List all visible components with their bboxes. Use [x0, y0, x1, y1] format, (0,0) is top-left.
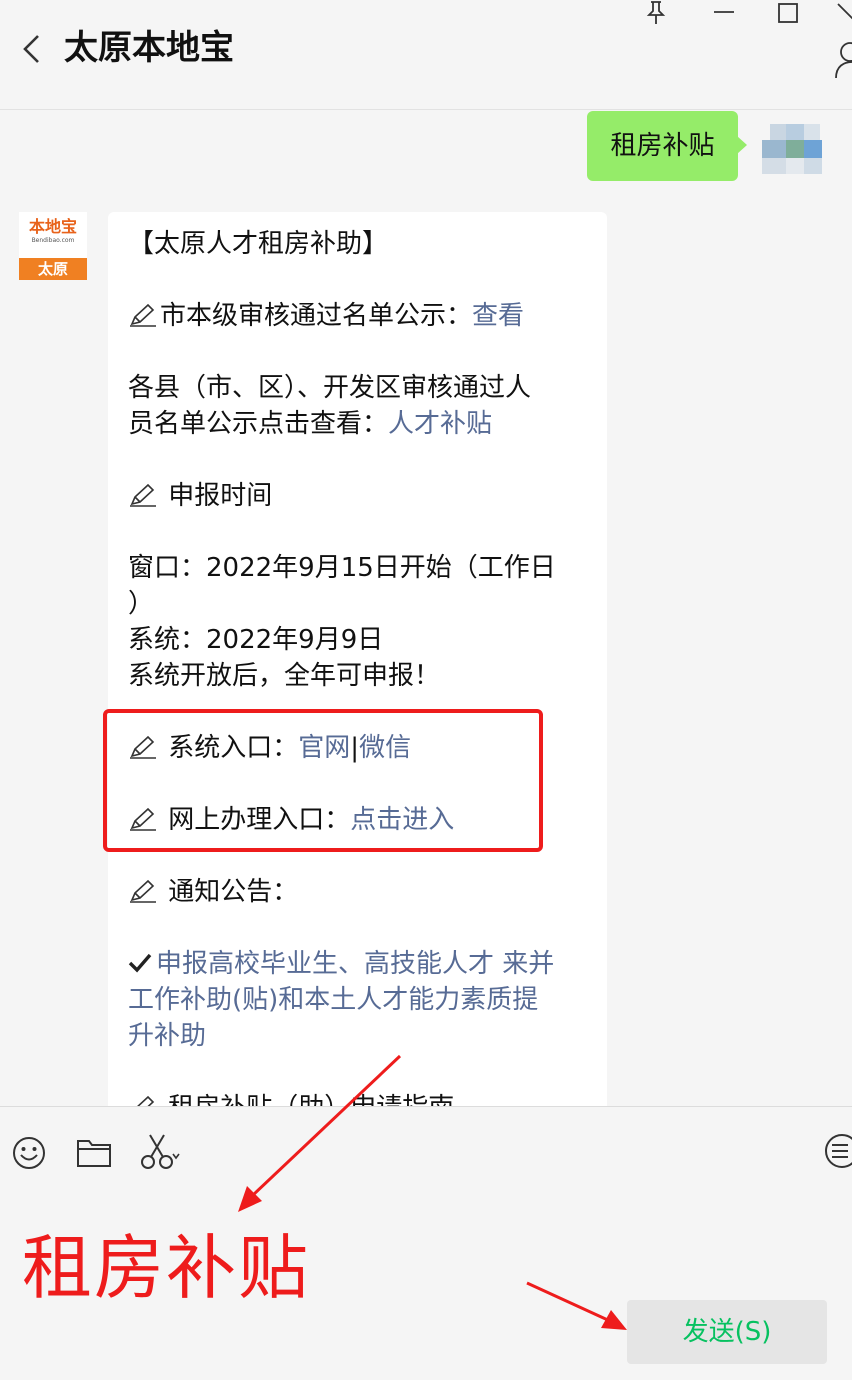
profile-icon[interactable]: [832, 40, 852, 82]
pen-icon: [130, 483, 156, 507]
maximize-icon[interactable]: [777, 2, 799, 24]
sent-message-bubble[interactable]: 租房补贴: [587, 111, 738, 181]
logo-name: 本地宝: [28, 217, 77, 236]
close-icon[interactable]: [836, 2, 852, 24]
county-list-line-1: 各县（市、区）、开发区审核通过人: [128, 373, 532, 403]
system-date-line: 系统：2022年9月9日: [128, 625, 384, 655]
county-list-line-2: 员名单公示点击查看：人才补贴: [128, 406, 598, 442]
logo-site: Bendibao.com: [31, 237, 75, 244]
chat-title: 太原本地宝: [64, 28, 234, 68]
reply-title: 【太原人才租房补助】: [128, 229, 389, 259]
view-link[interactable]: 查看: [472, 301, 524, 331]
back-icon[interactable]: [18, 32, 48, 66]
notice-link[interactable]: 申报高校毕业生、高技能人才 来并: [156, 949, 554, 979]
pen-icon: [137, 1095, 155, 1106]
notice-link-line-2[interactable]: 工作补助(贴)和本土人才能力素质提: [128, 982, 598, 1018]
apply-time-label: 申报时间: [168, 481, 273, 511]
talent-subsidy-link[interactable]: 人才补贴: [388, 409, 492, 439]
county-list-label: 员名单公示点击查看：: [128, 409, 389, 439]
message-input[interactable]: 租房补贴: [22, 1223, 310, 1313]
input-area[interactable]: 租房补贴 发送(S): [0, 1106, 852, 1380]
notice-link-line-1: 申报高校毕业生、高技能人才 来并: [128, 946, 598, 982]
check-icon: [128, 953, 152, 973]
window-date-line: 窗口：2022年9月15日开始（工作日: [128, 553, 556, 583]
logo-top: 本地宝 Bendibao.com: [19, 212, 87, 258]
guide-label: 租房补贴（助）申请指南: [168, 1093, 454, 1106]
minimize-icon[interactable]: [712, 0, 736, 24]
send-button[interactable]: 发送(S): [627, 1300, 827, 1364]
highlight-box: [103, 709, 543, 852]
window-date-line-end: ）: [128, 589, 155, 619]
pin-icon[interactable]: [645, 0, 667, 26]
city-list-label: 市本级审核通过名单公示：: [160, 301, 473, 331]
notice-link-line-3[interactable]: 升补助: [128, 1018, 598, 1054]
reply-message-bubble[interactable]: 【太原人才租房补助】 市本级审核通过名单公示：查看 各县（市、区）、开发区审核通…: [108, 212, 607, 1106]
city-list-line: 市本级审核通过名单公示：查看: [128, 298, 598, 334]
notice-label: 通知公告：: [168, 877, 299, 907]
folder-icon[interactable]: [76, 1135, 112, 1169]
reply-text: 【太原人才租房补助】 市本级审核通过名单公示：查看 各县（市、区）、开发区审核通…: [128, 226, 598, 1106]
emoji-icon[interactable]: [11, 1135, 47, 1171]
message-list[interactable]: 租房补贴 本地宝 Bendibao.com 太原 【太原人才租房补助】 市本级审…: [0, 110, 852, 1106]
apply-time-heading: 申报时间: [128, 478, 598, 514]
user-avatar[interactable]: [758, 114, 824, 180]
chat-history-icon[interactable]: [822, 1133, 852, 1173]
bendibao-logo-avatar[interactable]: 本地宝 Bendibao.com 太原: [19, 212, 87, 280]
guide-line: 租房补贴（助）申请指南: [128, 1090, 598, 1106]
pen-icon: [130, 879, 156, 903]
pen-icon: [130, 303, 156, 327]
bubble-tail: [737, 136, 747, 154]
system-open-line: 系统开放后，全年可申报！: [128, 661, 441, 691]
chat-header: 太原本地宝: [0, 0, 852, 110]
scissors-icon[interactable]: [140, 1133, 182, 1171]
logo-city: 太原: [19, 258, 87, 280]
notice-heading: 通知公告：: [128, 874, 598, 910]
